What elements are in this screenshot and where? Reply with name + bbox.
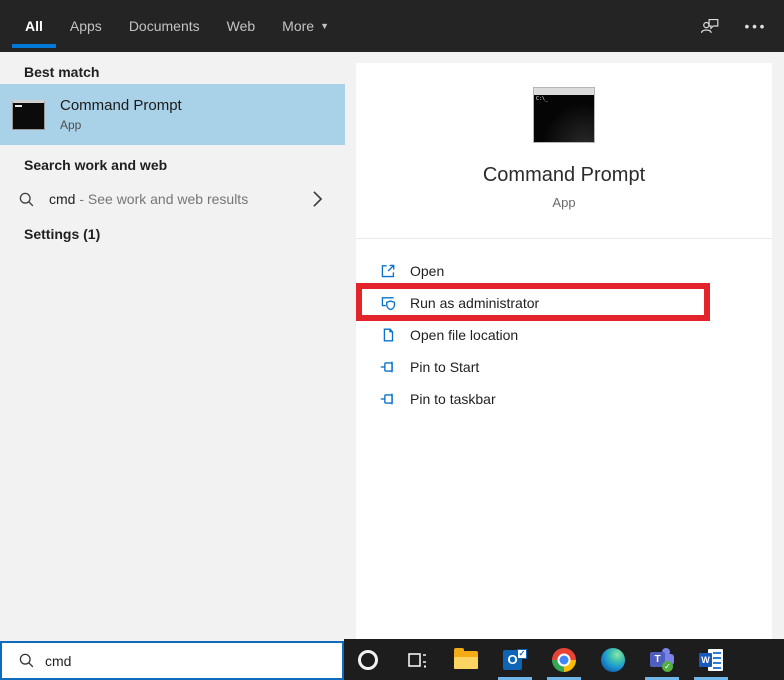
search-web-header: Search work and web <box>0 157 345 173</box>
pin-icon <box>378 357 398 377</box>
tab-more-label: More <box>282 18 314 34</box>
annotation-red-box <box>356 283 710 321</box>
preview-pane: Command Prompt App Open <box>356 63 772 639</box>
action-label: Open <box>410 263 444 279</box>
preview-app-type: App <box>356 195 772 210</box>
web-search-result[interactable]: cmd - See work and web results <box>0 183 345 215</box>
results-panel: Best match Command Prompt App Search wor… <box>0 52 345 641</box>
action-label: Open file location <box>410 327 518 343</box>
tab-web[interactable]: Web <box>227 0 256 52</box>
best-match-result[interactable]: Command Prompt App <box>0 84 345 145</box>
more-options-icon[interactable]: ••• <box>744 14 768 38</box>
filter-tabs: All Apps Documents Web More ▼ <box>0 0 329 52</box>
outlook-icon: O ✓ <box>503 649 527 671</box>
action-label: Pin to taskbar <box>410 391 496 407</box>
action-pin-to-start[interactable]: Pin to Start <box>356 351 772 383</box>
file-location-icon <box>378 325 398 345</box>
teams-button[interactable]: T ✓ <box>650 639 674 680</box>
word-icon: W <box>699 648 723 672</box>
best-match-header: Best match <box>0 64 345 80</box>
search-input[interactable] <box>45 653 295 669</box>
topbar-actions: ••• <box>698 0 768 52</box>
search-icon <box>18 652 35 669</box>
action-pin-to-taskbar[interactable]: Pin to taskbar <box>356 383 772 415</box>
outlook-button[interactable]: O ✓ <box>503 639 527 680</box>
chrome-button[interactable] <box>552 639 576 680</box>
settings-header: Settings (1) <box>0 226 345 242</box>
search-icon <box>18 191 35 208</box>
taskbar-search-box[interactable] <box>0 641 344 680</box>
tab-more[interactable]: More ▼ <box>282 0 329 52</box>
action-label: Pin to Start <box>410 359 479 375</box>
search-filter-bar: All Apps Documents Web More ▼ ••• <box>0 0 784 52</box>
teams-icon: T ✓ <box>650 648 674 672</box>
word-button[interactable]: W <box>699 639 723 680</box>
edge-icon <box>601 648 625 672</box>
web-suffix: - See work and web results <box>75 191 248 207</box>
chevron-down-icon: ▼ <box>320 21 329 31</box>
chrome-icon <box>552 648 576 672</box>
action-open-file-location[interactable]: Open file location <box>356 319 772 351</box>
task-view-button[interactable] <box>405 639 429 680</box>
preview-app-title: Command Prompt <box>356 164 772 187</box>
best-match-title: Command Prompt <box>60 97 182 114</box>
web-result-text: cmd - See work and web results <box>49 191 248 207</box>
file-explorer-icon <box>454 651 478 669</box>
tab-documents[interactable]: Documents <box>129 0 200 52</box>
command-prompt-screen <box>534 95 594 142</box>
pin-icon <box>378 389 398 409</box>
task-view-icon <box>406 649 428 671</box>
best-match-subtitle: App <box>60 118 182 132</box>
windows-search-flyout: All Apps Documents Web More ▼ ••• Best m… <box>0 0 784 680</box>
chevron-right-icon[interactable] <box>312 190 323 208</box>
command-prompt-icon-large <box>533 87 595 143</box>
file-explorer-button[interactable] <box>454 639 478 680</box>
context-actions: Open Run as administrator <box>356 255 772 415</box>
cortana-icon <box>358 650 378 670</box>
edge-button[interactable] <box>601 639 625 680</box>
command-prompt-icon <box>12 100 45 130</box>
feedback-icon[interactable] <box>698 14 722 38</box>
cortana-button[interactable] <box>356 639 380 680</box>
open-icon <box>378 261 398 281</box>
preview-divider <box>356 238 772 239</box>
taskbar: O ✓ T ✓ W <box>344 639 784 680</box>
tab-all[interactable]: All <box>25 0 43 52</box>
web-query: cmd <box>49 191 75 207</box>
tab-apps[interactable]: Apps <box>70 0 102 52</box>
best-match-text: Command Prompt App <box>60 97 182 132</box>
